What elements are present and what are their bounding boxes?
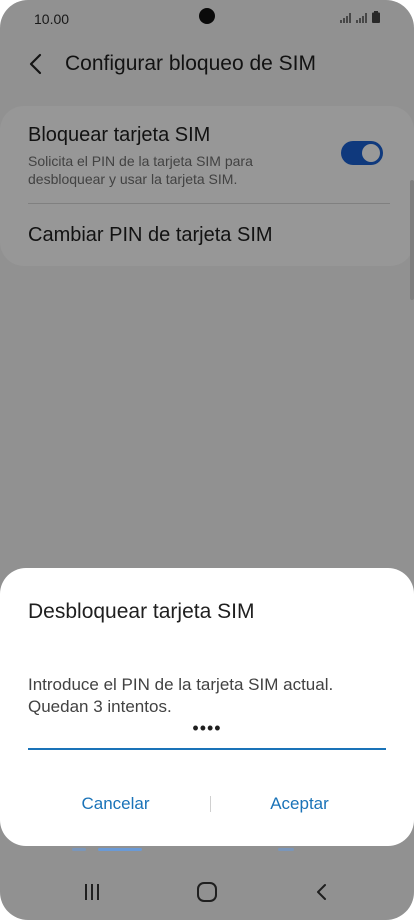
screen: 10.00 Configurar bloqueo de SIM Bloquear… (0, 0, 414, 920)
pin-value: •••• (192, 718, 222, 738)
unlock-sim-dialog: Desbloquear tarjeta SIM Introduce el PIN… (0, 568, 414, 846)
hidden-indicator (72, 848, 86, 851)
nav-back-button[interactable] (302, 874, 342, 910)
back-icon (317, 884, 326, 900)
recent-apps-button[interactable] (72, 874, 112, 910)
dialog-actions: Cancelar Aceptar (0, 784, 414, 824)
hidden-indicator (278, 848, 294, 851)
accept-button[interactable]: Aceptar (196, 784, 403, 824)
home-icon (197, 882, 217, 902)
dialog-message: Introduce el PIN de la tarjeta SIM actua… (28, 675, 334, 716)
hidden-indicator (98, 848, 142, 851)
navigation-bar (0, 862, 414, 920)
pin-input[interactable]: •••• (28, 718, 386, 750)
pin-underline (28, 748, 386, 750)
home-button[interactable] (187, 874, 227, 910)
cancel-button[interactable]: Cancelar (12, 784, 219, 824)
dialog-title: Desbloquear tarjeta SIM (28, 600, 255, 623)
recent-apps-icon (85, 884, 99, 900)
phone-frame: 10.00 Configurar bloqueo de SIM Bloquear… (0, 0, 414, 920)
